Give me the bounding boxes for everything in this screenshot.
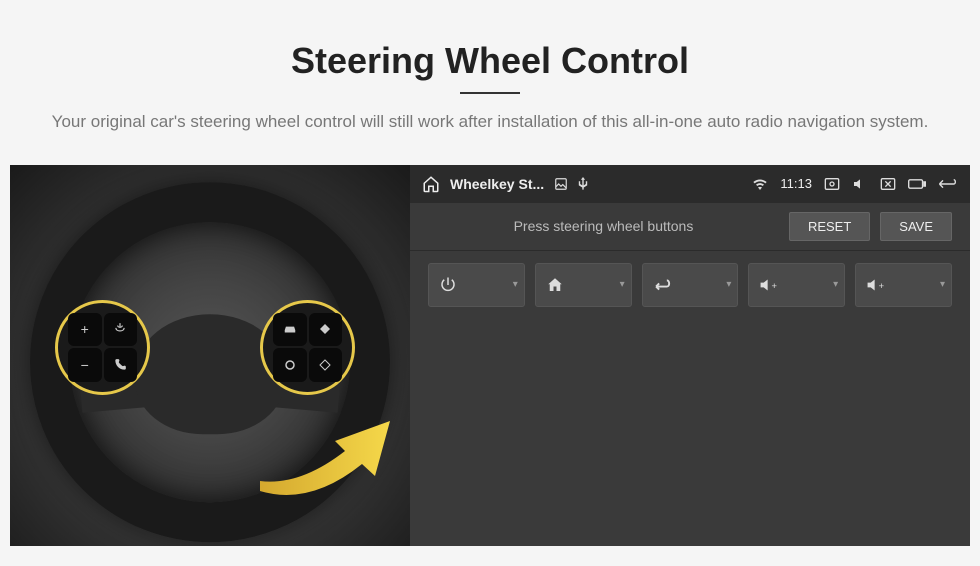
steering-wheel-panel: + − (10, 165, 410, 547)
func-volume-up-1[interactable]: + ▾ (748, 263, 845, 307)
wifi-icon (752, 178, 768, 190)
screenshot-icon[interactable] (824, 177, 840, 191)
func-volume-up-2[interactable]: + ▾ (855, 263, 952, 307)
back-icon[interactable] (938, 177, 958, 191)
usb-icon (578, 177, 588, 191)
chevron-down-icon: ▾ (833, 279, 838, 290)
wheel-button-cluster-left: + − (55, 300, 150, 395)
battery-icon (908, 179, 926, 189)
home-icon[interactable] (422, 175, 440, 193)
volume-up-icon: + (866, 277, 888, 293)
instruction-bar: Press steering wheel buttons RESET SAVE (410, 203, 970, 251)
header-section: Steering Wheel Control Your original car… (0, 0, 980, 155)
diamond-outline-icon[interactable] (309, 348, 343, 382)
content-row: + − (10, 165, 970, 547)
svg-text:+: + (879, 279, 885, 290)
svg-text:+: + (772, 279, 778, 290)
func-back[interactable]: ▾ (642, 263, 739, 307)
plus-icon[interactable]: + (68, 313, 102, 347)
volume-up-icon: + (759, 277, 781, 293)
page-title: Steering Wheel Control (20, 40, 960, 82)
status-bar-right: 11:13 (752, 176, 958, 191)
power-icon (439, 276, 457, 294)
diamond-icon[interactable] (309, 313, 343, 347)
func-home[interactable]: ▾ (535, 263, 632, 307)
return-icon (653, 277, 673, 293)
wheel-button-cluster-right (260, 300, 355, 395)
func-power[interactable]: ▾ (428, 263, 525, 307)
title-divider (460, 92, 520, 94)
home-icon (546, 276, 564, 294)
chevron-down-icon: ▾ (620, 279, 625, 290)
mute-icon[interactable] (852, 177, 868, 191)
status-bar-left: Wheelkey St... (422, 175, 588, 193)
save-button[interactable]: SAVE (880, 212, 952, 241)
minus-icon[interactable]: − (68, 348, 102, 382)
status-time: 11:13 (780, 176, 812, 191)
image-icon (554, 177, 568, 191)
screen-empty-area (410, 319, 970, 547)
function-row: ▾ ▾ ▾ + ▾ (410, 251, 970, 319)
page-subtitle: Your original car's steering wheel contr… (40, 109, 940, 135)
arrow-icon (250, 406, 400, 496)
app-title: Wheelkey St... (450, 176, 544, 192)
circle-icon[interactable] (273, 348, 307, 382)
chevron-down-icon: ▾ (513, 279, 518, 290)
chevron-down-icon: ▾ (726, 279, 731, 290)
close-app-icon[interactable] (880, 177, 896, 191)
instruction-text: Press steering wheel buttons (428, 218, 779, 234)
chevron-down-icon: ▾ (940, 279, 945, 290)
voice-icon[interactable] (104, 313, 138, 347)
phone-icon[interactable] (104, 348, 138, 382)
reset-button[interactable]: RESET (789, 212, 870, 241)
car-icon[interactable] (273, 313, 307, 347)
head-unit-screen: Wheelkey St... 11:13 (410, 165, 970, 547)
status-bar: Wheelkey St... 11:13 (410, 165, 970, 203)
